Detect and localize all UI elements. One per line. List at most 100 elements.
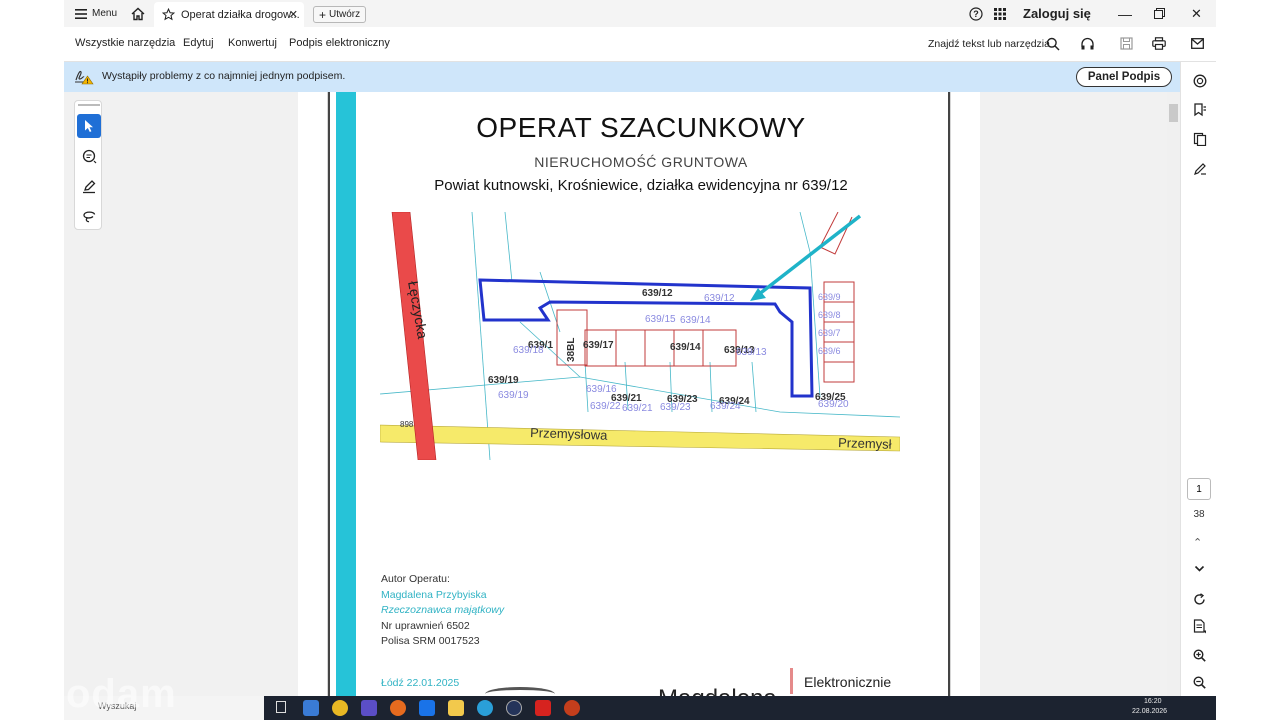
read-aloud-icon[interactable] (1080, 37, 1095, 51)
taskbar-time[interactable]: 16:20 (1144, 698, 1162, 705)
author-heading: Autor Operatu: (381, 573, 450, 585)
parcel-label: 639/22 (590, 401, 621, 412)
comment-bubble-icon[interactable] (1193, 74, 1207, 88)
star-icon[interactable] (162, 8, 175, 21)
document-location: Powiat kutnowski, Krośniewice, działka e… (434, 177, 848, 194)
parcel-label: 639/15 (645, 314, 676, 325)
parcel-label: 639/18 (513, 345, 544, 356)
parcel-label: 639/14 (670, 342, 701, 353)
bookmark-icon[interactable] (1193, 103, 1207, 117)
document-subtitle: NIERUCHOMOŚĆ GRUNTOWA (534, 154, 748, 170)
signature-panel-button[interactable]: Panel Podpis (1076, 67, 1172, 87)
save-icon[interactable] (1120, 37, 1133, 50)
next-page-icon[interactable] (1194, 565, 1205, 573)
document-title: OPERAT SZACUNKOWY (476, 112, 806, 143)
total-pages: 38 (1193, 509, 1205, 520)
insurance-policy: Polisa SRM 0017523 (381, 635, 480, 647)
zoom-out-icon[interactable] (1193, 676, 1206, 689)
tab-title: Operat działka drogow... (181, 8, 300, 21)
pages-icon[interactable] (1193, 132, 1207, 146)
watermark-logo: odam (66, 672, 177, 716)
apps-grid-icon (994, 7, 1006, 20)
fill-sign-icon[interactable] (1193, 162, 1207, 176)
highlight-tool[interactable] (77, 174, 101, 198)
page-options-icon[interactable] (1193, 619, 1207, 634)
restore-glyph (1154, 8, 1165, 19)
license-number: Nr uprawnień 6502 (381, 620, 470, 632)
firefox-icon[interactable] (390, 700, 406, 716)
menu-label: Menu (92, 8, 118, 19)
vertical-scrollbar[interactable] (1167, 92, 1180, 720)
parcel-label: 639/13 (736, 347, 767, 358)
document-gutter-left (298, 92, 328, 720)
banner-message: Wystąpiły problemy z co najmniej jednym … (102, 70, 346, 82)
menu-convert[interactable]: Konwertuj (228, 37, 277, 49)
parcel-label: 639/21 (622, 403, 653, 414)
plus-icon: + (319, 7, 327, 22)
chrome-icon[interactable] (332, 700, 348, 716)
menu-bar: Wszystkie narzędzia Edytuj Konwertuj Pod… (64, 27, 1216, 62)
close-window-icon[interactable]: ✕ (1191, 0, 1202, 27)
street-label-przemyslowa: Przemysłowa (530, 425, 609, 443)
rotate-icon[interactable] (1193, 593, 1206, 606)
edge-icon[interactable] (477, 700, 493, 716)
search-tools-label[interactable]: Znajdź tekst lub narzędzia (928, 38, 1050, 50)
print-icon[interactable] (1152, 37, 1166, 50)
close-tab-icon[interactable]: ✕ (289, 8, 298, 21)
login-button[interactable]: Zaloguj się (1023, 0, 1091, 27)
restore-icon[interactable] (1154, 0, 1165, 27)
author-role: Rzeczoznawca majątkowy (381, 604, 505, 616)
taskbar-app-icon[interactable] (361, 700, 377, 716)
apps-button[interactable] (994, 0, 1006, 27)
parcel-label: 639/16 (586, 384, 617, 395)
parcel-label: 639/24 (710, 401, 741, 412)
menu-button[interactable]: Menu (74, 0, 117, 27)
parcel-label: 639/19 (498, 390, 529, 401)
minimize-icon[interactable]: — (1118, 0, 1132, 27)
pen-icon (82, 179, 95, 193)
taskbar-date[interactable]: 22.08.2026 (1132, 708, 1167, 715)
powerpoint-icon[interactable] (564, 700, 580, 716)
quick-tools-panel (74, 100, 102, 230)
lasso-icon (82, 210, 95, 222)
svg-text:?: ? (973, 9, 979, 19)
road-number-label: 898 (400, 420, 414, 429)
zoom-in-icon[interactable] (1193, 649, 1206, 662)
acrobat-icon[interactable] (535, 700, 551, 716)
author-name: Magdalena Przybyiska (381, 589, 487, 601)
taskbar-app-icon[interactable] (419, 700, 435, 716)
scrollbar-thumb[interactable] (1169, 104, 1178, 122)
parcel-label: 639/17 (583, 340, 614, 351)
parcel-label: 639/6 (818, 346, 841, 356)
parcel-label: 639/8 (818, 310, 841, 320)
email-icon[interactable] (1191, 38, 1204, 49)
help-icon: ? (969, 6, 983, 21)
previous-page-icon[interactable]: ⌃ (1193, 536, 1202, 549)
parcel-label: 639/12 (704, 293, 735, 304)
home-button[interactable] (130, 0, 146, 27)
draw-tool[interactable] (77, 204, 101, 228)
menu-edit[interactable]: Edytuj (183, 37, 214, 49)
task-view-icon[interactable] (276, 701, 286, 713)
menu-esign[interactable]: Podpis elektroniczny (289, 37, 390, 49)
menu-all-tools[interactable]: Wszystkie narzędzia (75, 37, 175, 49)
new-tab-button[interactable]: + Utwórz (313, 6, 367, 23)
page-number-box[interactable]: 1 (1187, 478, 1211, 500)
search-icon[interactable] (1046, 37, 1060, 51)
help-button[interactable]: ? (969, 0, 983, 27)
esign-label: Elektronicznie (804, 674, 892, 690)
tab-document[interactable]: Operat działka drogow... ✕ (154, 2, 304, 27)
street-label-przemyslowa-right: Przemysł (838, 435, 892, 452)
parcel-label: 639/20 (818, 399, 849, 410)
taskbar-app-icon[interactable] (303, 700, 319, 716)
browser-icon[interactable] (506, 700, 522, 716)
title-bar: Menu Operat działka drogow... ✕ + Utwórz… (64, 0, 1216, 27)
add-comment-icon (82, 149, 96, 163)
comment-tool[interactable] (77, 144, 101, 168)
panel-grip[interactable] (78, 104, 100, 106)
select-tool[interactable] (77, 114, 101, 138)
windows-taskbar: Wyszukaj 16:20 22.08.2026 (64, 696, 1216, 720)
building-label: 38BL (566, 338, 577, 362)
pdf-page[interactable]: OPERAT SZACUNKOWY NIERUCHOMOŚĆ GRUNTOWA … (328, 92, 950, 712)
file-explorer-icon[interactable] (448, 700, 464, 716)
